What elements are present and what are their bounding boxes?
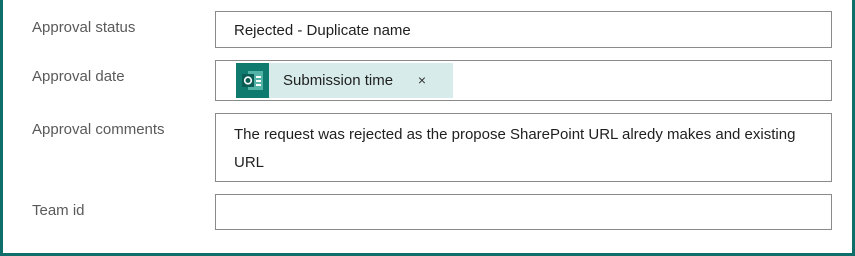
- approval-date-field[interactable]: Submission time ×: [215, 60, 832, 101]
- approval-status-label: Approval status: [32, 19, 136, 36]
- dynamic-content-token[interactable]: Submission time ×: [236, 63, 453, 98]
- team-id-field[interactable]: [215, 194, 832, 230]
- approval-comments-label: Approval comments: [32, 121, 165, 138]
- approval-date-label: Approval date: [32, 68, 125, 85]
- approval-comments-field[interactable]: The request was rejected as the propose …: [215, 113, 832, 182]
- forms-icon: [236, 63, 269, 98]
- approval-status-value: Rejected - Duplicate name: [234, 22, 411, 39]
- form-panel: Approval status Rejected - Duplicate nam…: [0, 0, 855, 256]
- approval-status-field[interactable]: Rejected - Duplicate name: [215, 11, 832, 48]
- team-id-label: Team id: [32, 202, 85, 219]
- token-remove-icon[interactable]: ×: [415, 72, 429, 88]
- approval-comments-value: The request was rejected as the propose …: [234, 126, 796, 171]
- token-label: Submission time: [283, 72, 394, 89]
